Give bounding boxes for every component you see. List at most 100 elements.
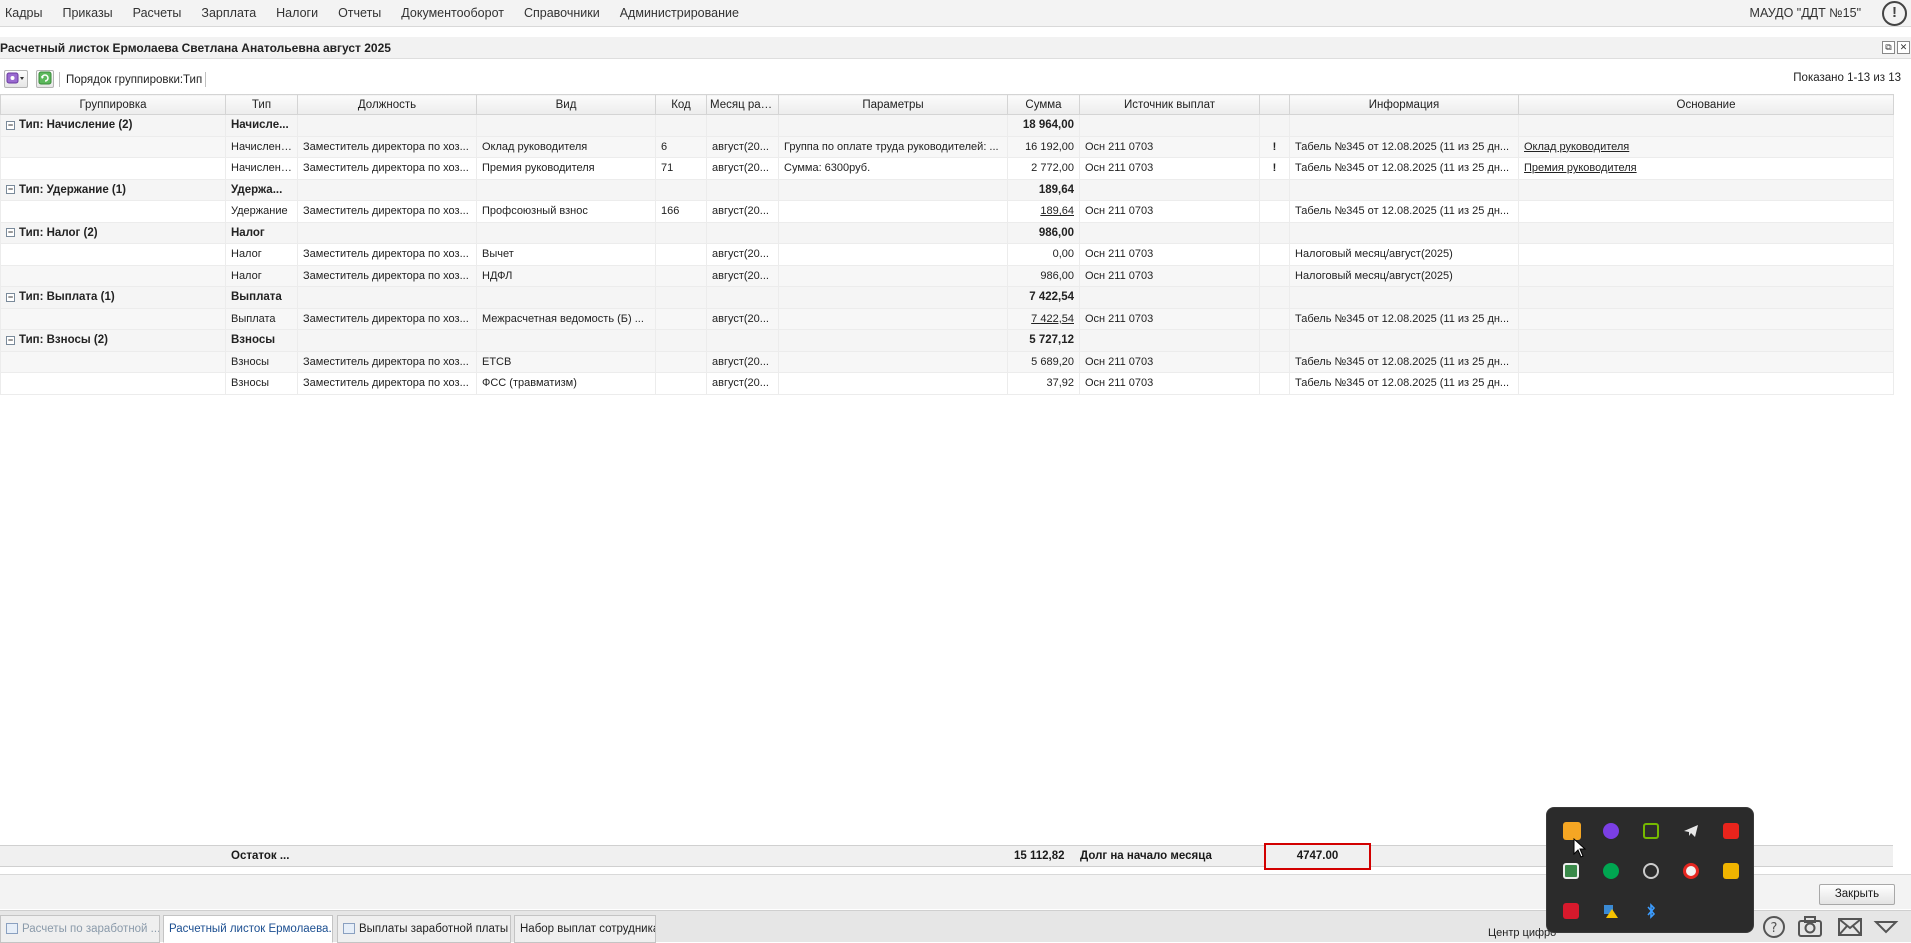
group-type-cell: Выплата: [225, 286, 298, 309]
source-cell: Осн 211 0703: [1079, 350, 1260, 373]
sum-cell: 16 192,00: [1007, 135, 1080, 158]
group-label-cell[interactable]: − Тип: Взносы (2): [0, 329, 226, 352]
basis-link[interactable]: Оклад руководителя: [1518, 135, 1894, 158]
group-row[interactable]: − Тип: Взносы (2) Взносы 5 727,12: [0, 329, 1894, 352]
window-icon: [6, 923, 18, 935]
month-cell: август(20...: [706, 264, 779, 287]
type-cell: Налог: [225, 264, 298, 287]
close-button[interactable]: Закрыть: [1819, 884, 1895, 905]
sum-cell: 0,00: [1007, 243, 1080, 266]
column-header-grouping[interactable]: Группировка: [0, 94, 226, 115]
month-cell: август(20...: [706, 372, 779, 395]
menu-item-kadry[interactable]: Кадры: [0, 0, 52, 27]
collapse-icon[interactable]: −: [6, 335, 15, 345]
menu-item-documents[interactable]: Документооборот: [391, 0, 514, 27]
grouping-order-value[interactable]: Тип: [183, 74, 202, 86]
tab-employee-payments-set[interactable]: Набор выплат сотрудника: [514, 915, 656, 943]
sum-link[interactable]: 7 422,54: [1007, 307, 1080, 330]
nvidia-icon[interactable]: [1643, 823, 1659, 839]
group-label: Тип: Выплата (1): [19, 291, 115, 304]
menu-item-taxes[interactable]: Налоги: [266, 0, 328, 27]
settings-dropdown-button[interactable]: [4, 70, 28, 88]
refresh-button[interactable]: [36, 70, 54, 88]
group-label-cell[interactable]: − Тип: Удержание (1): [0, 178, 226, 201]
system-tray-overflow-popup: [1546, 807, 1754, 933]
group-label-cell[interactable]: − Тип: Начисление (2): [0, 114, 226, 137]
tray-app-icon[interactable]: [1723, 823, 1739, 839]
warning-flag-cell: [1259, 372, 1290, 395]
collapse-icon[interactable]: −: [6, 120, 15, 130]
group-type-cell: Начисле...: [225, 114, 298, 137]
column-header-source[interactable]: Источник выплат: [1079, 94, 1260, 115]
table-row[interactable]: Взносы Заместитель директора по хоз... Ф…: [0, 372, 1894, 395]
yandex-icon[interactable]: [1683, 863, 1699, 879]
collapse-icon[interactable]: −: [6, 185, 15, 195]
bluetooth-icon[interactable]: [1643, 903, 1659, 919]
position-cell: Заместитель директора по хоз...: [297, 307, 477, 330]
column-header-sum[interactable]: Сумма: [1007, 94, 1080, 115]
column-header-params[interactable]: Параметры: [778, 94, 1008, 115]
type-cell: Начисление: [225, 135, 298, 158]
table-row[interactable]: Начисление Заместитель директора по хоз.…: [0, 135, 1894, 158]
table-row[interactable]: Налог Заместитель директора по хоз... Вы…: [0, 243, 1894, 266]
group-row[interactable]: − Тип: Удержание (1) Удержа... 189,64: [0, 178, 1894, 201]
alert-icon[interactable]: !: [1882, 1, 1907, 26]
column-header-type[interactable]: Тип: [225, 94, 298, 115]
basis-cell: [1518, 350, 1894, 373]
params-cell: [778, 200, 1008, 223]
menu-item-orders[interactable]: Приказы: [52, 0, 122, 27]
kaspersky-icon[interactable]: [1603, 863, 1619, 879]
source-cell: Осн 211 0703: [1079, 264, 1260, 287]
mail-icon[interactable]: [1836, 913, 1864, 941]
group-label-cell[interactable]: − Тип: Выплата (1): [0, 286, 226, 309]
chevron-down-icon[interactable]: [1872, 913, 1900, 941]
tab-salary-payments[interactable]: Выплаты заработной платы: [337, 915, 511, 943]
sum-cell: 5 689,20: [1007, 350, 1080, 373]
tray-app-icon[interactable]: [1603, 823, 1619, 839]
column-header-basis[interactable]: Основание: [1518, 94, 1894, 115]
camera-icon[interactable]: [1796, 913, 1824, 941]
warning-icon[interactable]: [1603, 903, 1619, 919]
table-row[interactable]: Удержание Заместитель директора по хоз..…: [0, 200, 1894, 223]
params-cell: Группа по оплате труда руководителей: ..…: [778, 135, 1008, 158]
warning-flag-icon: !: [1259, 135, 1290, 158]
mouse-cursor-icon: [1573, 838, 1587, 858]
group-row[interactable]: − Тип: Начисление (2) Начисле... 18 964,0…: [0, 114, 1894, 137]
sum-link[interactable]: 189,64: [1007, 200, 1080, 223]
tray-app-icon[interactable]: [1723, 863, 1739, 879]
close-window-icon[interactable]: ✕: [1897, 41, 1910, 54]
table-row[interactable]: Налог Заместитель директора по хоз... НД…: [0, 264, 1894, 287]
group-row[interactable]: − Тип: Выплата (1) Выплата 7 422,54: [0, 286, 1894, 309]
column-header-code[interactable]: Код: [655, 94, 707, 115]
column-header-month[interactable]: Месяц рас...: [706, 94, 779, 115]
code-cell: [655, 350, 707, 373]
menu-item-directories[interactable]: Справочники: [514, 0, 610, 27]
help-icon[interactable]: ?: [1760, 913, 1788, 941]
tray-app-icon[interactable]: [1643, 863, 1659, 879]
group-row[interactable]: − Тип: Налог (2) Налог 986,00: [0, 221, 1894, 244]
basis-link[interactable]: Премия руководителя: [1518, 157, 1894, 180]
table-row[interactable]: Начисление Заместитель директора по хоз.…: [0, 157, 1894, 180]
amd-icon[interactable]: [1563, 903, 1579, 919]
menu-item-reports[interactable]: Отчеты: [328, 0, 391, 27]
table-row[interactable]: Выплата Заместитель директора по хоз... …: [0, 307, 1894, 330]
restore-window-icon[interactable]: ⧉: [1882, 41, 1895, 54]
menu-item-administration[interactable]: Администрирование: [610, 0, 749, 27]
group-label-cell[interactable]: − Тип: Налог (2): [0, 221, 226, 244]
table-row[interactable]: Взносы Заместитель директора по хоз... Е…: [0, 350, 1894, 373]
group-label: Тип: Начисление (2): [19, 119, 133, 132]
tab-payroll-calculations[interactable]: Расчеты по заработной ...: [0, 915, 160, 943]
column-header-position[interactable]: Должность: [297, 94, 477, 115]
tab-payslip[interactable]: Расчетный листок Ермолаева...: [163, 915, 333, 943]
collapse-icon[interactable]: −: [6, 228, 15, 238]
column-header-kind[interactable]: Вид: [476, 94, 656, 115]
refresh-icon: [38, 71, 52, 85]
telegram-icon[interactable]: [1683, 823, 1699, 839]
column-header-flag[interactable]: [1259, 94, 1290, 115]
column-header-info[interactable]: Информация: [1289, 94, 1519, 115]
network-icon[interactable]: [1563, 863, 1579, 879]
collapse-icon[interactable]: −: [6, 292, 15, 302]
kind-cell: Оклад руководителя: [476, 135, 656, 158]
menu-item-salary[interactable]: Зарплата: [191, 0, 266, 27]
menu-item-calculations[interactable]: Расчеты: [123, 0, 192, 27]
